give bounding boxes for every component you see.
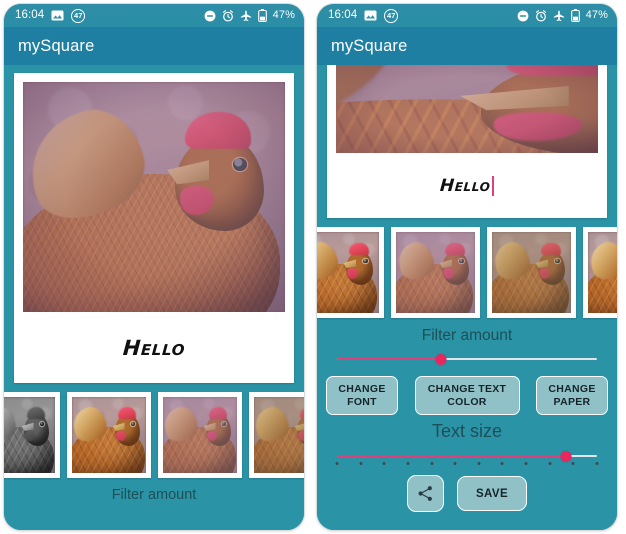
status-bar-left-group-2: 16:04 47	[328, 8, 399, 23]
slider-fill	[337, 358, 441, 360]
slider-tick	[335, 462, 339, 465]
filter-amount-label-right: Filter amount	[421, 327, 513, 344]
content-area-left: Hello Filter amount	[4, 65, 304, 530]
phone-screen-right: 16:04 47 47% mySquare Hello Filter amoun…	[317, 4, 617, 530]
main-photo-right[interactable]	[336, 65, 598, 153]
filter-thumb-purple[interactable]	[391, 227, 480, 318]
battery-icon	[570, 9, 580, 22]
phone-screen-left: 16:04 47 47% mySquare Hello Filter amoun…	[4, 4, 304, 530]
app-bar-left: mySquare	[4, 27, 304, 65]
battery-percent: 47%	[585, 9, 608, 21]
status-bar-left: 16:04 47 47%	[4, 4, 304, 27]
airplane-mode-icon	[240, 10, 252, 22]
app-bar-right: mySquare	[317, 27, 617, 65]
image-icon	[364, 10, 377, 21]
text-cursor	[492, 175, 495, 196]
alarm-clock-icon	[222, 9, 234, 22]
slider-tick	[359, 462, 363, 465]
status-bar-right-group-2: 47%	[517, 9, 608, 22]
caption-input-right[interactable]: Hello	[336, 153, 598, 218]
slider-tick	[571, 462, 575, 465]
filter-thumbnail-strip-left[interactable]	[4, 392, 304, 480]
notification-count-badge: 47	[71, 8, 86, 23]
status-time: 16:04	[15, 8, 45, 21]
battery-percent: 47%	[272, 9, 295, 21]
slider-ticks	[335, 454, 599, 465]
polaroid-card-right[interactable]: Hello	[327, 65, 607, 218]
caption-text: Hello	[122, 335, 186, 360]
filter-thumb-grayscale[interactable]	[4, 392, 60, 478]
do-not-disturb-icon	[204, 10, 216, 22]
alarm-clock-icon	[535, 9, 547, 22]
slider-tick	[477, 462, 481, 465]
status-bar-right: 16:04 47 47%	[317, 4, 617, 27]
filter-amount-slider[interactable]	[337, 349, 597, 369]
change-font-button[interactable]: CHANGE FONT	[326, 376, 398, 415]
filter-thumb-sepia[interactable]	[487, 227, 576, 318]
content-area-right: Hello Filter amount CHANGE FONT CHANGE T…	[317, 65, 617, 530]
filter-thumb-sepia[interactable]	[249, 392, 304, 478]
filter-thumb-purple[interactable]	[158, 392, 242, 478]
caption-text: Hello	[439, 175, 491, 196]
change-paper-button[interactable]: CHANGE PAPER	[536, 376, 608, 415]
save-button[interactable]: SAVE	[457, 476, 527, 511]
filter-thumb-warm[interactable]	[67, 392, 151, 478]
slider-thumb[interactable]	[560, 450, 572, 462]
caption-area-left[interactable]: Hello	[23, 312, 285, 383]
slider-tick	[453, 462, 457, 465]
do-not-disturb-icon	[517, 10, 529, 22]
filter-amount-label-left: Filter amount	[111, 487, 197, 503]
slider-tick	[382, 462, 386, 465]
airplane-mode-icon	[553, 10, 565, 22]
action-button-row: SAVE	[317, 466, 617, 512]
main-photo-left[interactable]	[23, 82, 285, 312]
screenshot-stage: 16:04 47 47% mySquare Hello Filter amoun…	[0, 0, 626, 534]
status-bar-right-group: 47%	[204, 9, 295, 22]
filter-thumb-warm2[interactable]	[583, 227, 617, 318]
filter-thumbnail-strip-right[interactable]	[317, 227, 617, 320]
status-bar-left-group: 16:04 47	[15, 8, 86, 23]
slider-thumb[interactable]	[435, 353, 447, 365]
app-title: mySquare	[331, 36, 408, 55]
status-time: 16:04	[328, 8, 358, 21]
change-text-color-button[interactable]: CHANGE TEXT COLOR	[414, 376, 520, 415]
slider-tick	[500, 462, 504, 465]
text-style-button-row: CHANGE FONT CHANGE TEXT COLOR CHANGE PAP…	[317, 369, 617, 415]
polaroid-card-left[interactable]: Hello	[14, 73, 294, 383]
slider-tick	[548, 462, 552, 465]
battery-icon	[257, 9, 267, 22]
text-size-label: Text size	[431, 421, 503, 441]
text-size-slider[interactable]	[335, 446, 599, 466]
slider-tick	[406, 462, 410, 465]
slider-tick	[524, 462, 528, 465]
filter-thumb-warm[interactable]	[317, 227, 384, 318]
image-icon	[51, 10, 64, 21]
app-title: mySquare	[18, 36, 95, 55]
share-icon	[417, 485, 434, 502]
slider-tick	[430, 462, 434, 465]
share-button[interactable]	[407, 475, 444, 512]
notification-count-badge: 47	[384, 8, 399, 23]
slider-tick	[595, 462, 599, 465]
